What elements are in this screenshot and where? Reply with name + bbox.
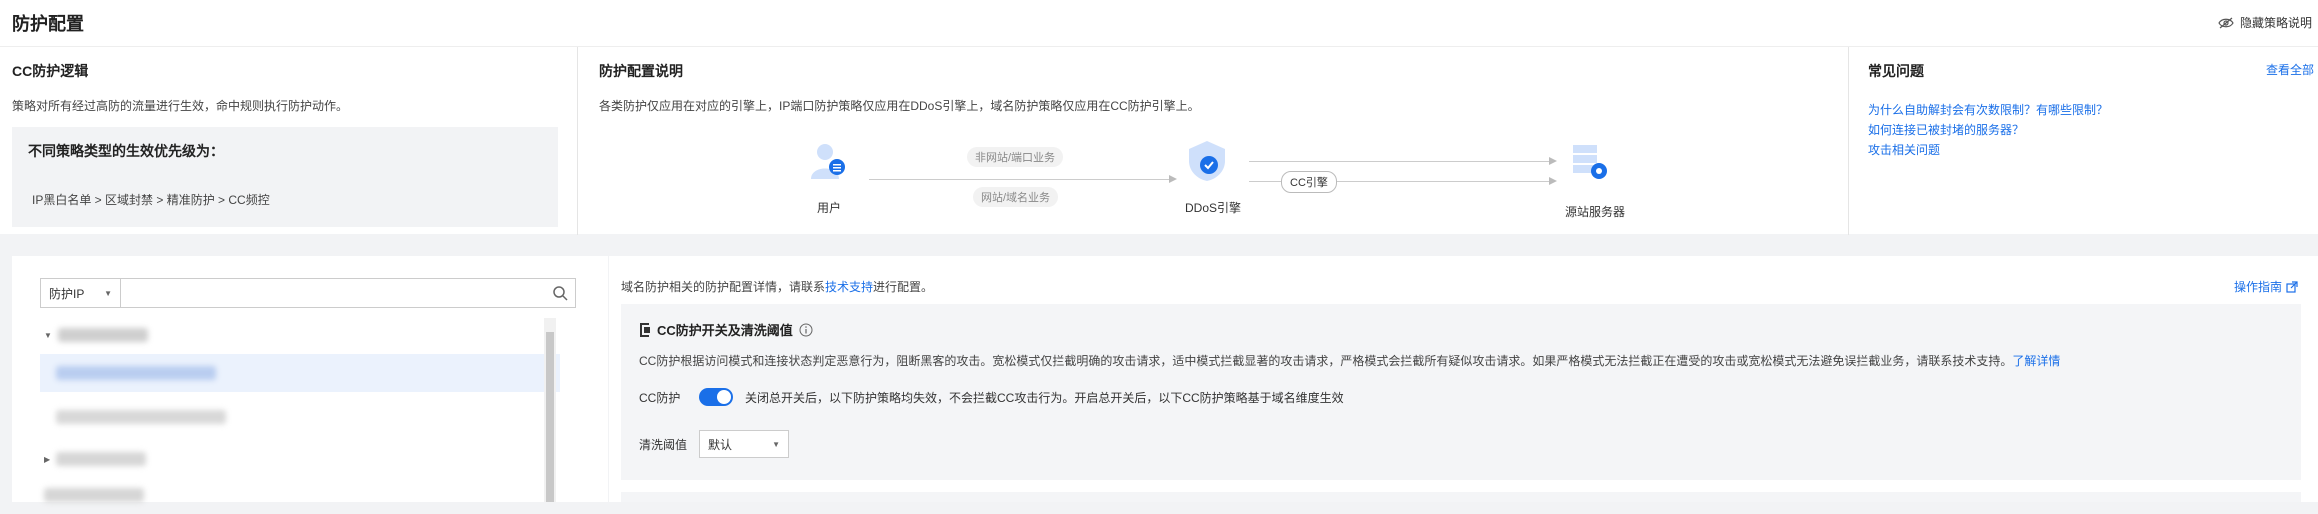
cc-switch-label: CC防护 (639, 390, 681, 405)
tree-node-label-redacted (56, 452, 147, 466)
ddos-shield-icon (1189, 141, 1225, 181)
cc-logic-title: CC防护逻辑 (12, 63, 89, 79)
user-icon (811, 144, 845, 179)
cc-switch-desc: CC防护根据访问模式和连接状态判定恶意行为，阻断黑客的攻击。宽松模式仅拦截明确的… (639, 352, 2060, 369)
arrow-icon (1549, 177, 1557, 185)
threshold-value: 默认 (708, 437, 733, 452)
cc-engine-tag: CC引擎 (1281, 171, 1337, 193)
flow-line-ddos-origin-top (1249, 161, 1549, 162)
ip-tree-list: ▼ ▶ (40, 316, 560, 502)
traffic-flow-diagram: 用户 非网站/端口业务 网站/域名业务 DDoS引擎 CC引擎 源站服务器 (579, 131, 1849, 235)
search-button[interactable] (545, 279, 575, 307)
cc-logic-section: CC防护逻辑 策略对所有经过高防的流量进行生效，命中规则执行防护动作。 不同策略… (0, 47, 578, 235)
web-business-tag: 网站/域名业务 (973, 187, 1059, 207)
scrollbar-thumb[interactable] (546, 332, 554, 502)
arrow-icon (1169, 175, 1177, 183)
tech-support-link[interactable]: 技术支持 (825, 280, 873, 294)
flow-line-user-ddos (869, 179, 1169, 180)
search-bar: 防护IP ▼ (40, 278, 576, 308)
ddos-engine-label: DDoS引擎 (1185, 201, 1242, 215)
operation-guide-link[interactable]: 操作指南 (2234, 278, 2298, 295)
user-label: 用户 (817, 201, 842, 215)
learn-more-link[interactable]: 了解详情 (2012, 354, 2060, 368)
priority-text: IP黑白名单 > 区域封禁 > 精准防护 > CC频控 (32, 193, 270, 207)
cc-protection-toggle[interactable] (699, 388, 733, 406)
search-type-select[interactable]: 防护IP ▼ (41, 279, 121, 307)
config-desc-section: 防护配置说明 各类防护仅应用在对应的引擎上，IP端口防护策略仅应用在DDoS引擎… (579, 47, 1849, 235)
origin-server-label: 源站服务器 (1565, 205, 1626, 219)
cc-switch-row: CC防护 关闭总开关后，以下防护策略均失效，不会拦截CC攻击行为。开启总开关后，… (639, 388, 1344, 406)
tree-node-label-redacted (56, 410, 226, 424)
faq-view-all-link[interactable]: 查看全部 (2266, 61, 2314, 78)
cc-logic-desc: 策略对所有经过高防的流量进行生效，命中规则执行防护动作。 (12, 99, 349, 113)
cc-switch-card-title: CC防护开关及清洗阈值 (639, 320, 813, 339)
tree-scrollbar[interactable] (544, 318, 556, 502)
intro-prefix: 域名防护相关的防护配置详情，请联系 (621, 280, 826, 294)
config-desc-title: 防护配置说明 (599, 63, 683, 79)
operation-guide-label: 操作指南 (2233, 280, 2282, 294)
main-content: 防护IP ▼ ▼ ▶ 域名防护相关的防护配置详情，请联系技术支持进行配置。 操作… (12, 256, 2318, 502)
external-link-icon (2286, 280, 2298, 293)
threshold-label: 清洗阈值 (639, 437, 688, 452)
server-icon (1573, 145, 1607, 179)
cc-switch-desc-text: CC防护根据访问模式和连接状态判定恶意行为，阻断黑客的攻击。宽松模式仅拦截明确的… (639, 354, 2013, 368)
search-type-value: 防护IP (49, 286, 85, 301)
config-intro: 域名防护相关的防护配置详情，请联系技术支持进行配置。 (621, 278, 933, 295)
intro-suffix: 进行配置。 (873, 280, 934, 294)
toggle-knob (717, 390, 731, 404)
bracket-icon (640, 322, 650, 337)
config-detail-panel: 域名防护相关的防护配置详情，请联系技术支持进行配置。 操作指南 CC防护开关及清… (608, 256, 2318, 502)
tree-node[interactable] (40, 476, 560, 514)
tree-node-label-redacted (44, 488, 144, 502)
non-web-business-tag: 非网站/端口业务 (967, 147, 1064, 167)
tree-node[interactable]: ▶ (40, 440, 560, 478)
page-title: 防护配置 (12, 14, 84, 34)
tree-node[interactable]: ▼ (40, 316, 560, 354)
threshold-select[interactable]: 默认 ▼ (699, 430, 789, 458)
config-desc-text: 各类防护仅应用在对应的引擎上，IP端口防护策略仅应用在DDoS引擎上，域名防护策… (599, 99, 1200, 113)
caret-down-icon: ▼ (44, 330, 52, 340)
hide-strategy-label: 隐藏策略说明 (2239, 16, 2312, 30)
ip-tree-panel: 防护IP ▼ ▼ ▶ (12, 256, 604, 502)
tree-node-selected[interactable] (40, 354, 560, 392)
faq-title: 常见问题 (1868, 63, 1924, 79)
hide-strategy-toggle[interactable]: 隐藏策略说明 (2218, 14, 2312, 31)
card-title-text: CC防护开关及清洗阈值 (657, 323, 793, 338)
faq-link[interactable]: 为什么自助解封会有次数限制？有哪些限制？ (1868, 101, 2108, 118)
strategy-info-panel: CC防护逻辑 策略对所有经过高防的流量进行生效，命中规则执行防护动作。 不同策略… (0, 46, 2318, 235)
page-header: 防护配置 隐藏策略说明 (0, 0, 2318, 46)
cc-switch-card: CC防护开关及清洗阈值 CC防护根据访问模式和连接状态判定恶意行为，阻断黑客的攻… (621, 304, 2301, 480)
faq-link[interactable]: 攻击相关问题 (1868, 141, 1940, 158)
search-icon (553, 286, 568, 301)
faq-section: 常见问题 查看全部 为什么自助解封会有次数限制？有哪些限制？ 如何连接已被封堵的… (1850, 47, 2318, 235)
chevron-down-icon: ▼ (104, 288, 112, 298)
tree-node-label-redacted (57, 328, 148, 342)
info-icon[interactable] (799, 323, 813, 337)
eye-off-icon (2218, 17, 2234, 28)
threshold-row: 清洗阈值 默认 ▼ (639, 430, 789, 458)
caret-right-icon: ▶ (44, 454, 51, 464)
search-input[interactable] (121, 279, 545, 307)
priority-box: 不同策略类型的生效优先级为： IP黑白名单 > 区域封禁 > 精准防护 > CC… (12, 127, 558, 227)
tree-node-label-redacted (56, 366, 216, 380)
tree-node[interactable] (40, 398, 560, 436)
next-card-edge (621, 492, 2301, 502)
cc-switch-note: 关闭总开关后，以下防护策略均失效，不会拦截CC攻击行为。开启总开关后，以下CC防… (745, 390, 1344, 405)
arrow-icon (1549, 157, 1557, 165)
faq-link[interactable]: 如何连接已被封堵的服务器？ (1868, 121, 2024, 138)
priority-title: 不同策略类型的生效优先级为： (28, 143, 224, 159)
chevron-down-icon: ▼ (772, 439, 780, 449)
